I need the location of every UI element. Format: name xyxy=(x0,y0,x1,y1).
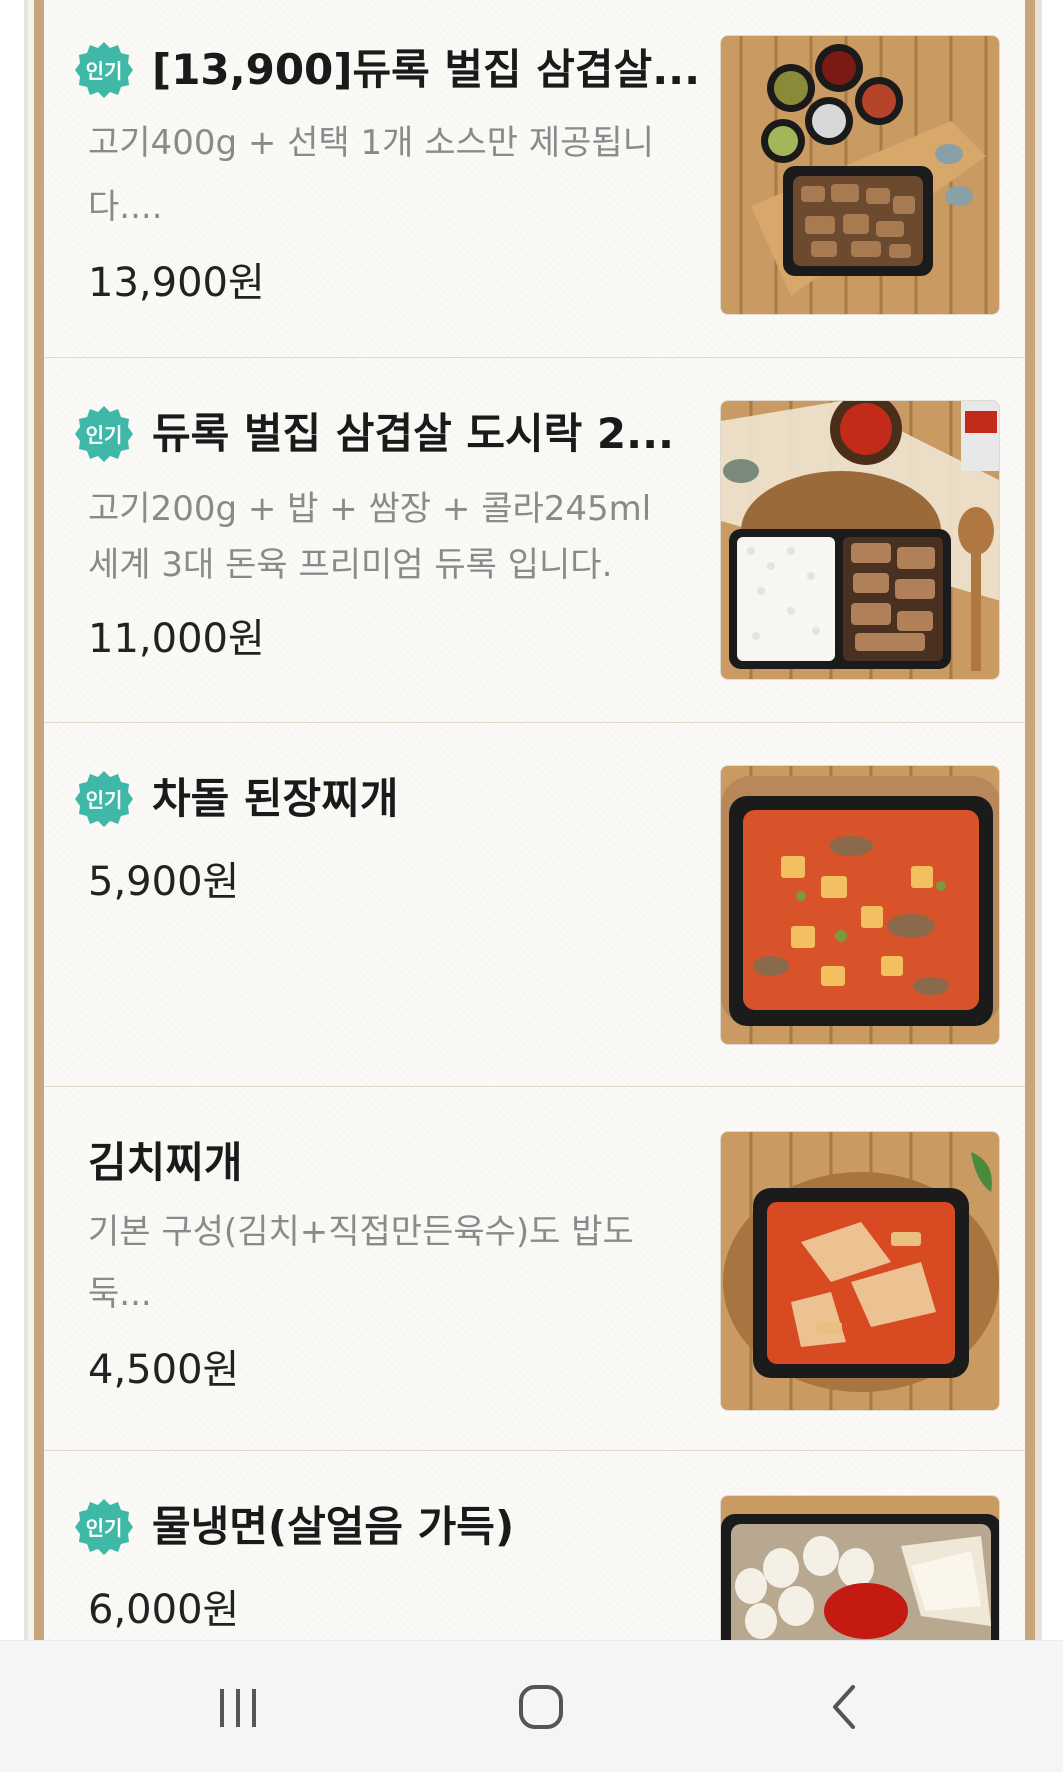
menu-item-desc-line1: 고기400g + 선택 1개 소스만 제공됩니 xyxy=(88,123,654,163)
left-margin xyxy=(0,0,24,1640)
kimchi-stew-image xyxy=(720,1131,1000,1411)
menu-item[interactable]: 인기 [13,900]듀록 벌집 삼겹살... 고기400g + 선택 1개 소… xyxy=(44,0,1025,358)
home-icon xyxy=(519,1685,563,1729)
menu-item-title: 물냉면(살얼음 가득) xyxy=(152,1502,515,1551)
recent-apps-icon xyxy=(220,1689,256,1727)
home-button[interactable] xyxy=(501,1677,581,1737)
popular-badge-label: 인기 xyxy=(86,59,123,83)
menu-item[interactable]: 인기 듀록 벌집 삼겹살 도시락 2... 고기200g + 밥 + 쌈장 + … xyxy=(44,358,1025,723)
menu-item-desc-line2: 둑... xyxy=(88,1274,152,1314)
menu-item-desc-line1: 고기200g + 밥 + 쌈장 + 콜라245ml xyxy=(88,489,652,529)
menu-item-title: [13,900]듀록 벌집 삼겹살... xyxy=(152,45,701,94)
cold-noodles-image xyxy=(720,1495,1000,1640)
popular-badge: 인기 xyxy=(74,769,134,829)
right-margin-line xyxy=(1034,0,1042,1640)
menu-item-title: 김치찌개 xyxy=(88,1138,243,1187)
popular-badge: 인기 xyxy=(74,404,134,464)
menu-item[interactable]: 인기 차돌 된장찌개 5,900원 xyxy=(44,723,1025,1087)
popular-badge: 인기 xyxy=(74,1497,134,1557)
menu-item[interactable]: 인기 물냉면(살얼음 가득) 6,000원 xyxy=(44,1451,1025,1640)
popular-badge-label: 인기 xyxy=(86,788,123,812)
menu-item-desc-line1: 기본 구성(김치+직접만든육수)도 밥도 xyxy=(88,1212,634,1252)
right-margin xyxy=(1042,0,1063,1640)
popular-badge-icon: 인기 xyxy=(75,1499,133,1555)
popular-badge-label: 인기 xyxy=(86,423,123,447)
popular-badge-label: 인기 xyxy=(86,1516,123,1540)
menu-item-price: 4,500원 xyxy=(88,1347,240,1393)
popular-badge-icon: 인기 xyxy=(75,42,133,98)
grilled-pork-platter-image xyxy=(720,35,1000,315)
menu-item-price: 5,900원 xyxy=(88,859,240,905)
menu-item-title: 차돌 된장찌개 xyxy=(152,774,399,823)
popular-badge-icon: 인기 xyxy=(75,771,133,827)
pork-rice-lunchbox-image xyxy=(720,400,1000,680)
menu-item-price: 11,000원 xyxy=(88,616,265,662)
left-wood-border xyxy=(34,0,44,1640)
menu-item-title: 듀록 벌집 삼겹살 도시락 2... xyxy=(152,409,674,458)
menu-item-desc-line2: 세계 3대 돈육 프리미엄 듀록 입니다. xyxy=(88,545,613,585)
menu-item[interactable]: 김치찌개 기본 구성(김치+직접만든육수)도 밥도 둑... 4,500원 xyxy=(44,1087,1025,1451)
menu-item-price: 6,000원 xyxy=(88,1587,240,1633)
soybean-stew-image xyxy=(720,765,1000,1045)
system-navigation-bar xyxy=(0,1640,1063,1772)
menu-item-price: 13,900원 xyxy=(88,260,265,306)
menu-item-desc-line2: 다.... xyxy=(88,187,163,227)
back-button[interactable] xyxy=(805,1677,885,1737)
right-wood-border xyxy=(1025,0,1035,1640)
popular-badge: 인기 xyxy=(74,40,134,100)
recent-apps-button[interactable] xyxy=(198,1677,278,1737)
popular-badge-icon: 인기 xyxy=(75,406,133,462)
menu-page: 인기 [13,900]듀록 벌집 삼겹살... 고기400g + 선택 1개 소… xyxy=(0,0,1063,1772)
left-margin-line xyxy=(24,0,28,1640)
back-icon xyxy=(833,1685,855,1729)
